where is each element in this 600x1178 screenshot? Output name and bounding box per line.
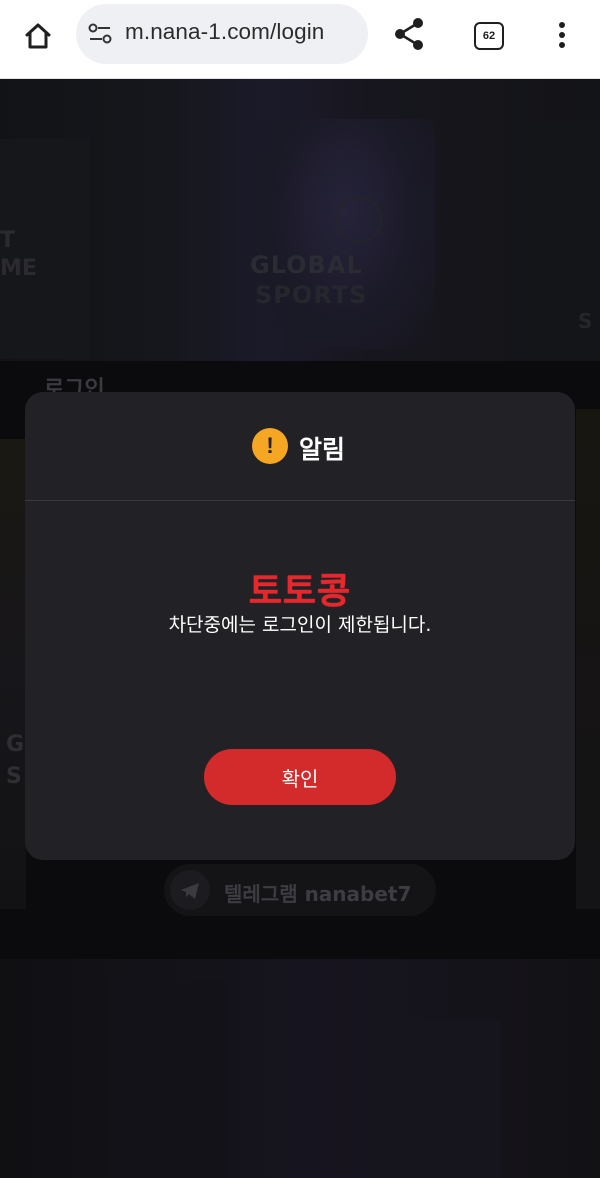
bottom-banner-image-1 [110,979,230,1178]
alert-dialog: ! 알림 토토콩 차단중에는 로그인이 제한됩니다. 확인 [25,392,575,860]
browser-toolbar: m.nana-1.com/login 62 [0,0,600,79]
dialog-divider [25,500,575,501]
dialog-message: 차단중에는 로그인이 제한됩니다. [168,614,432,636]
telegram-link[interactable]: 텔레그램 nanabet7 [164,864,436,916]
dialog-title: 알림 [299,435,346,464]
brand-watermark-text: 토토콩 [248,571,352,612]
bottom-banner-image-2 [370,1019,500,1178]
banner-text-2: SPORTS [255,281,368,309]
tab-count: 62 [482,30,496,42]
side-panel-right [576,409,600,909]
sports-banner: GLOBAL SPORTS T ME S [0,79,600,361]
telegram-label: 텔레그램 nanabet7 [224,882,412,906]
home-icon [25,23,51,49]
banner-text-1: GLOBAL [250,251,363,279]
overflow-menu-icon[interactable] [552,20,572,50]
bottom-banner [0,959,600,1178]
tab-switcher-button[interactable]: 62 [474,22,504,50]
dialog-header: ! 알림 [25,392,575,500]
warning-icon: ! [252,428,288,464]
banner-edge-text-right: S [578,309,593,333]
address-bar[interactable]: m.nana-1.com/login [76,4,368,64]
side-panel-text: GS [6,732,25,789]
share-icon[interactable] [392,16,426,52]
home-button[interactable] [18,18,58,54]
banner-edge-text-left: T ME [0,228,37,281]
site-settings-icon[interactable] [88,23,112,45]
soccer-ball-icon [336,197,382,243]
confirm-button[interactable]: 확인 [204,749,396,805]
side-panel-left: GS [0,439,26,909]
url-text: m.nana-1.com/login [125,19,325,44]
telegram-icon [170,870,210,910]
